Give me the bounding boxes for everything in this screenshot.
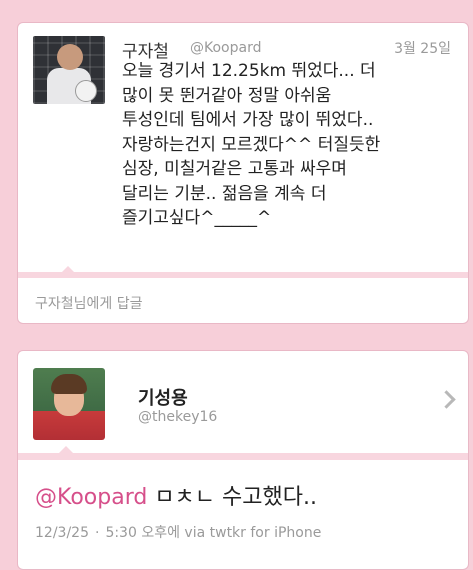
author-name[interactable]: 기성용 (138, 384, 188, 410)
tweet-notch (58, 446, 74, 454)
tweet-text: @Koopard ㅁㅊㄴ 수고했다.. (35, 479, 317, 511)
avatar-koopard[interactable] (33, 36, 105, 104)
tweet-text: 오늘 경기서 12.25km 뛰었다... 더 많이 못 뛴거같아 정말 아쉬움… (122, 59, 462, 231)
avatar-ball (75, 80, 97, 102)
tweet-text-content: ㅁㅊㄴ 수고했다.. (147, 485, 317, 510)
tweet-card-thekey16: 기성용 @thekey16 @Koopard ㅁㅊㄴ 수고했다.. 12/3/2… (17, 350, 469, 570)
reply-input[interactable]: 구자철님에게 답글 (35, 293, 143, 313)
tweet-text-line: 심장, 미칠거같은 고통과 싸우며 (122, 159, 347, 179)
meta-separator: · (94, 525, 100, 541)
tweet-time: 5:30 오후에 (105, 525, 180, 541)
tweet-text-line: 많이 못 뛴거같아 정말 아쉬움 (122, 85, 332, 106)
tweet-divider (18, 453, 468, 460)
tweet-text-line: 즐기고싶다^_____^ (122, 208, 272, 228)
avatar-thekey16[interactable] (33, 368, 105, 440)
tweet-card-koopard: 구자철 @Koopard 3월 25일 오늘 경기서 12.25km 뛰었다..… (17, 22, 469, 324)
reply-notch (60, 266, 76, 274)
chevron-right-icon[interactable] (437, 390, 456, 409)
tweet-date[interactable]: 12/3/25 (35, 525, 89, 541)
tweet-text-line: 투성인데 팀에서 가장 많이 뛰었다.. (122, 110, 374, 130)
tweet-text-line: 자랑하는건지 모르겠다^^ 터질듯한 (122, 134, 381, 155)
mention-link[interactable]: @Koopard (35, 485, 147, 510)
author-handle[interactable]: @Koopard (190, 40, 261, 56)
tweet-meta: 12/3/25 · 5:30 오후에 via twtkr for iPhone (35, 522, 321, 542)
avatar-face (57, 44, 83, 70)
avatar-hair (51, 374, 87, 394)
author-handle[interactable]: @thekey16 (138, 409, 217, 425)
tweet-text-line: 달리는 기분.. 젊음을 계속 더 (122, 183, 327, 204)
tweet-text-line: 오늘 경기서 12.25km 뛰었다... 더 (122, 61, 376, 81)
tweet-date[interactable]: 3월 25일 (394, 38, 451, 58)
tweet-source[interactable]: via twtkr for iPhone (184, 525, 321, 541)
reply-divider (18, 272, 468, 278)
